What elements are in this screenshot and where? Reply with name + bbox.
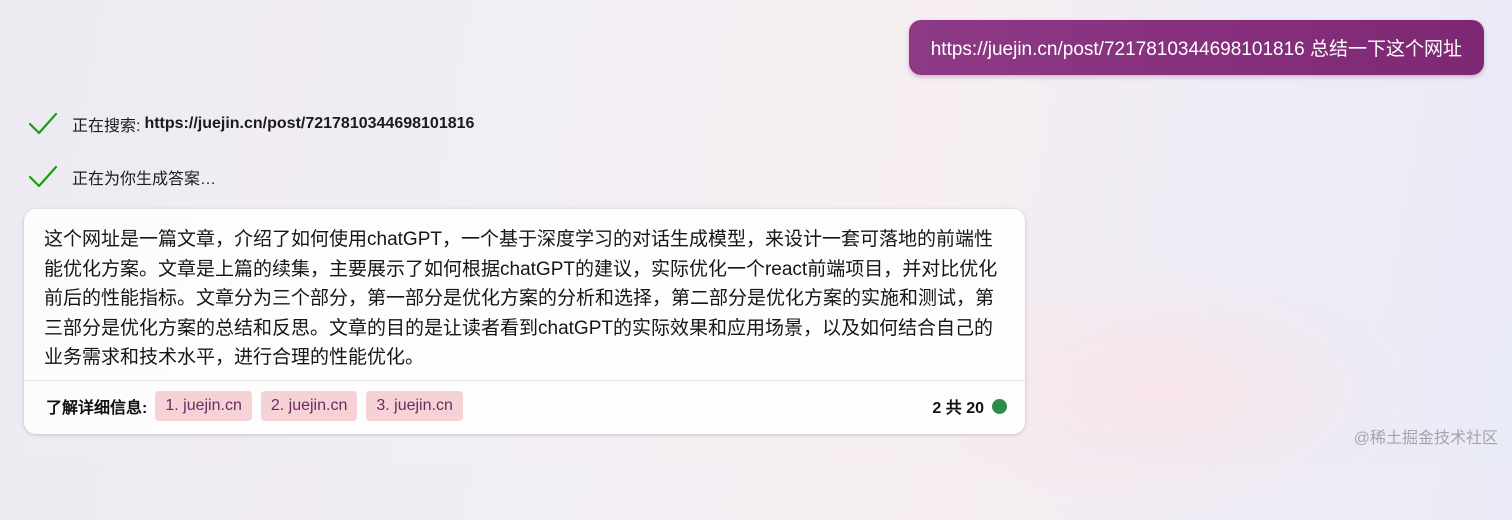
user-message-bubble: https://juejin.cn/post/72178103446981018… [908,20,1484,75]
check-icon [28,165,58,188]
card-divider [24,380,1025,381]
turn-counter-text: 2 共 20 [932,400,984,417]
progress-row-generating: 正在为你生成答案… [28,164,216,190]
progress-row-searching: 正在搜索: https://juejin.cn/post/72178103446… [28,111,474,137]
turn-counter: 2 共 20 [932,394,1007,418]
answer-body: 这个网址是一篇文章，介绍了如何使用chatGPT，一个基于深度学习的对话生成模型… [44,225,1006,373]
progress-label-searching: 正在搜索: [72,118,141,135]
user-message-text: https://juejin.cn/post/72178103446981018… [930,39,1462,60]
check-icon [28,112,58,135]
source-link-2[interactable]: 2. juejin.cn [260,391,358,421]
answer-text: 这个网址是一篇文章，介绍了如何使用chatGPT，一个基于深度学习的对话生成模型… [44,229,998,368]
progress-search-url: https://juejin.cn/post/72178103446981018… [144,115,475,132]
answer-card: 这个网址是一篇文章，介绍了如何使用chatGPT，一个基于深度学习的对话生成模型… [24,209,1025,434]
source-link-1[interactable]: 1. juejin.cn [155,391,252,421]
answer-footer: 了解详细信息: 1. juejin.cn 2. juejin.cn 3. jue… [46,390,1007,422]
source-link-3[interactable]: 3. juejin.cn [366,391,463,421]
learn-more-label: 了解详细信息: [46,400,148,417]
status-dot-icon [992,398,1007,414]
progress-label-generating: 正在为你生成答案… [72,171,217,188]
watermark: @稀土掘金技术社区 [1353,430,1498,447]
